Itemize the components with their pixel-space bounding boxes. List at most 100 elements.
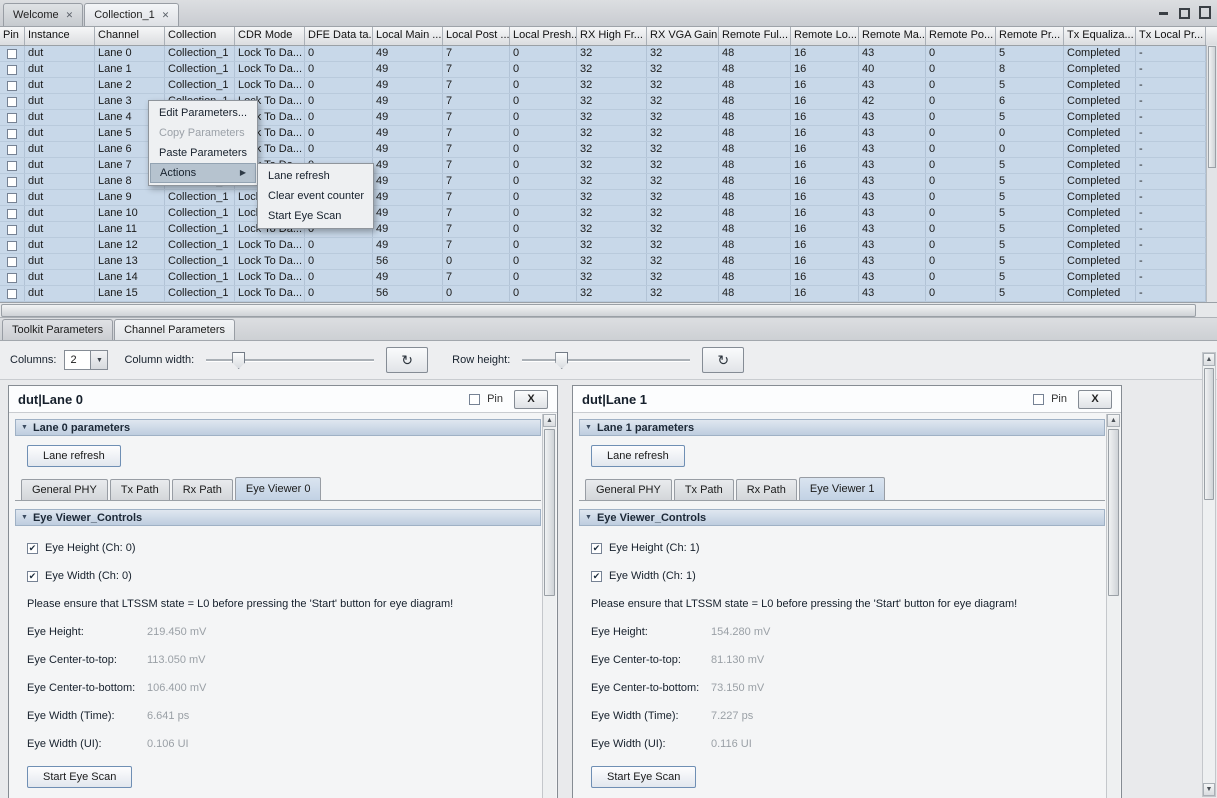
column-header-local-presh[interactable]: Local Presh... xyxy=(510,27,577,45)
submenu-item-lane-refresh[interactable]: Lane refresh xyxy=(259,166,372,186)
pin-checkbox[interactable] xyxy=(7,225,17,235)
pin-checkbox[interactable] xyxy=(7,257,17,267)
table-row[interactable]: dutLane 0Collection_1Lock To Da...049703… xyxy=(0,46,1217,62)
pin-checkbox[interactable] xyxy=(7,193,17,203)
table-row[interactable]: dutLane 1Collection_1Lock To Da...049703… xyxy=(0,62,1217,78)
tab-rx-path[interactable]: Rx Path xyxy=(736,479,797,500)
row-height-slider[interactable] xyxy=(522,350,690,370)
slider-handle[interactable] xyxy=(232,352,245,369)
maximize-icon[interactable] xyxy=(1199,5,1211,17)
close-panel-button[interactable]: X xyxy=(1078,390,1112,409)
column-header-local-post[interactable]: Local Post ... xyxy=(443,27,510,45)
table-row[interactable]: dutLane 12Collection_1Lock To Da...04970… xyxy=(0,238,1217,254)
pin-checkbox[interactable] xyxy=(7,113,17,123)
row-height-refresh-button[interactable]: ↻ xyxy=(702,347,744,373)
scrollbar-thumb[interactable] xyxy=(1208,46,1216,168)
scroll-down-icon[interactable]: ▼ xyxy=(1203,783,1215,796)
start-eye-scan-button[interactable]: Start Eye Scan xyxy=(27,766,132,788)
column-header-local-main[interactable]: Local Main ... xyxy=(373,27,443,45)
pin-checkbox[interactable] xyxy=(7,209,17,219)
close-tab-icon[interactable]: ✕ xyxy=(162,10,170,21)
scroll-up-icon[interactable]: ▲ xyxy=(543,414,556,427)
pin-checkbox[interactable] xyxy=(7,289,17,299)
tab-general-phy[interactable]: General PHY xyxy=(21,479,108,500)
panel-scrollbar[interactable]: ▲ ▼ xyxy=(1106,414,1120,798)
table-row[interactable]: dutLane 13Collection_1Lock To Da...05600… xyxy=(0,254,1217,270)
column-header-remote-pr[interactable]: Remote Pr... xyxy=(996,27,1064,45)
tab-tx-path[interactable]: Tx Path xyxy=(110,479,170,500)
minimize-icon[interactable] xyxy=(1157,5,1169,17)
column-header-rx-high-fr[interactable]: RX High Fr... xyxy=(577,27,647,45)
lane-refresh-button[interactable]: Lane refresh xyxy=(591,445,685,467)
column-header-collection[interactable]: Collection xyxy=(165,27,235,45)
pin-checkbox[interactable] xyxy=(7,241,17,251)
scrollbar-thumb[interactable] xyxy=(1,304,1196,317)
slider-handle[interactable] xyxy=(555,352,568,369)
table-row[interactable]: dutLane 15Collection_1Lock To Da...05600… xyxy=(0,286,1217,302)
column-header-remote-ful[interactable]: Remote Ful... xyxy=(719,27,791,45)
pin-checkbox[interactable] xyxy=(469,394,480,405)
tab-channel-parameters[interactable]: Channel Parameters xyxy=(114,319,235,340)
column-header-dfe-data-ta[interactable]: DFE Data ta... xyxy=(305,27,373,45)
column-header-instance[interactable]: Instance xyxy=(25,27,95,45)
pin-checkbox[interactable] xyxy=(7,145,17,155)
column-header-remote-po[interactable]: Remote Po... xyxy=(926,27,996,45)
restore-icon[interactable] xyxy=(1178,5,1190,17)
table-row[interactable]: dutLane 2Collection_1Lock To Da...049703… xyxy=(0,78,1217,94)
column-header-tx-local-pr[interactable]: Tx Local Pr... xyxy=(1136,27,1206,45)
panels-vertical-scrollbar[interactable]: ▲ ▼ xyxy=(1202,352,1216,797)
eye-height-checkbox[interactable]: ✔ xyxy=(591,543,602,554)
eye-viewer-controls-section-header[interactable]: ▼ Eye Viewer_Controls xyxy=(579,509,1105,526)
pin-checkbox[interactable] xyxy=(7,129,17,139)
tab-general-phy[interactable]: General PHY xyxy=(585,479,672,500)
column-header-remote-lo[interactable]: Remote Lo... xyxy=(791,27,859,45)
scrollbar-thumb[interactable] xyxy=(1108,429,1119,596)
table-row[interactable]: dutLane 14Collection_1Lock To Da...04970… xyxy=(0,270,1217,286)
tab-rx-path[interactable]: Rx Path xyxy=(172,479,233,500)
lane-refresh-button[interactable]: Lane refresh xyxy=(27,445,121,467)
table-horizontal-scrollbar[interactable] xyxy=(0,303,1217,318)
table-row[interactable]: dutLane 11Collection_1Lock To Da...04970… xyxy=(0,222,1217,238)
column-width-refresh-button[interactable]: ↻ xyxy=(386,347,428,373)
start-eye-scan-button[interactable]: Start Eye Scan xyxy=(591,766,696,788)
scroll-up-icon[interactable]: ▲ xyxy=(1107,414,1120,427)
scrollbar-thumb[interactable] xyxy=(1204,368,1214,500)
scrollbar-thumb[interactable] xyxy=(544,429,555,596)
table-vertical-scrollbar[interactable] xyxy=(1206,45,1217,302)
pin-checkbox[interactable] xyxy=(7,161,17,171)
pin-checkbox[interactable] xyxy=(7,65,17,75)
menu-item-actions[interactable]: Actions▶ xyxy=(150,163,256,183)
pin-checkbox[interactable] xyxy=(7,273,17,283)
menu-item-edit-parameters[interactable]: Edit Parameters... xyxy=(150,103,256,123)
column-header-cdr-mode[interactable]: CDR Mode xyxy=(235,27,305,45)
tab-tx-path[interactable]: Tx Path xyxy=(674,479,734,500)
eye-width-checkbox[interactable]: ✔ xyxy=(27,571,38,582)
tab-eye-viewer[interactable]: Eye Viewer 0 xyxy=(235,477,322,500)
column-width-slider[interactable] xyxy=(206,350,374,370)
eye-viewer-controls-section-header[interactable]: ▼ Eye Viewer_Controls xyxy=(15,509,541,526)
column-header-remote-ma[interactable]: Remote Ma... xyxy=(859,27,926,45)
tab-eye-viewer[interactable]: Eye Viewer 1 xyxy=(799,477,886,500)
column-header-rx-vga-gain[interactable]: RX VGA Gain xyxy=(647,27,719,45)
lane-parameters-section-header[interactable]: ▼ Lane 0 parameters xyxy=(15,419,541,436)
table-row[interactable]: dutLane 9Collection_1Lock To Da...049703… xyxy=(0,190,1217,206)
eye-height-checkbox[interactable]: ✔ xyxy=(27,543,38,554)
panel-scrollbar[interactable]: ▲ ▼ xyxy=(542,414,556,798)
eye-width-checkbox[interactable]: ✔ xyxy=(591,571,602,582)
columns-select[interactable]: 2 ▼ xyxy=(64,350,108,370)
tab-welcome[interactable]: Welcome ✕ xyxy=(3,3,83,26)
chevron-down-icon[interactable]: ▼ xyxy=(90,351,107,369)
pin-checkbox[interactable] xyxy=(7,49,17,59)
tab-toolkit-parameters[interactable]: Toolkit Parameters xyxy=(2,319,113,340)
pin-checkbox[interactable] xyxy=(7,177,17,187)
scroll-up-icon[interactable]: ▲ xyxy=(1203,353,1215,366)
close-panel-button[interactable]: X xyxy=(514,390,548,409)
pin-checkbox[interactable] xyxy=(7,97,17,107)
pin-checkbox[interactable] xyxy=(7,81,17,91)
menu-item-paste-parameters[interactable]: Paste Parameters xyxy=(150,143,256,163)
lane-parameters-section-header[interactable]: ▼ Lane 1 parameters xyxy=(579,419,1105,436)
submenu-item-start-eye-scan[interactable]: Start Eye Scan xyxy=(259,206,372,226)
tab-collection-1[interactable]: Collection_1 ✕ xyxy=(84,3,179,26)
column-header-tx-equaliza[interactable]: Tx Equaliza... xyxy=(1064,27,1136,45)
column-header-pin[interactable]: Pin xyxy=(0,27,25,45)
